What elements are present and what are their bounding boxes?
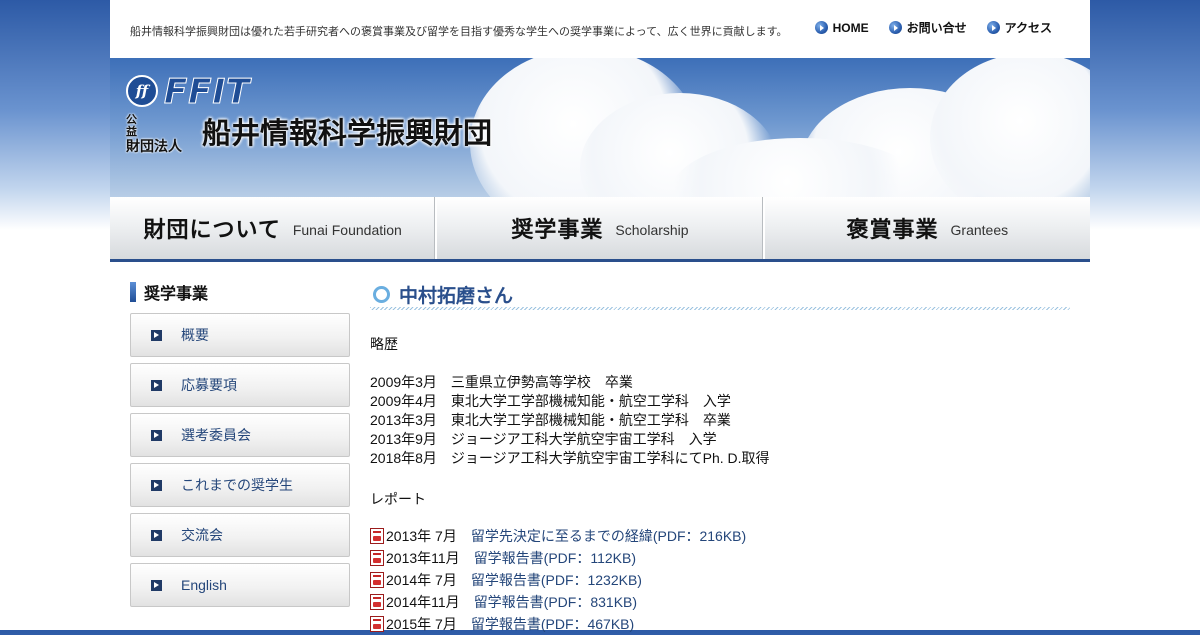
arrow-right-icon [151,429,162,441]
pdf-icon [370,572,384,588]
profile-content: 略歴 2009年3月 三重県立伊勢高等学校 卒業 2009年4月 東北大学工学部… [370,335,1070,635]
top-bar: 船井情報科学振興財団は優れた若手研究者への褒賞事業及び留学を目指す優秀な学生への… [110,0,1090,58]
history-item: 2013年3月 東北大学工学部機械知能・航空工学科 卒業 [370,412,731,428]
arrow-right-icon [151,579,162,591]
global-nav: 財団について Funai Foundation 奨学事業 Scholarship… [110,197,1090,262]
report-link[interactable]: 留学先決定に至るまでの経緯(PDF：216KB) [471,527,746,546]
sidebar-item-label: 交流会 [181,527,223,543]
nav-item-label-en: Grantees [950,222,1009,238]
sidebar-title-text: 奨学事業 [144,286,209,303]
report-date: 2013年11月 [386,549,460,566]
sidebar-item-label: 概要 [181,327,209,343]
report-date: 2014年 7月 [386,571,457,588]
sidebar: 奨学事業 概要 応募要項 選考委員会 これまでの奨学生 交流会 English [130,282,350,613]
arrow-right-icon [151,529,162,541]
history-item: 2009年4月 東北大学工学部機械知能・航空工学科 入学 [370,393,731,409]
header-banner: ff FFIT 公 益 財団法人 船井情報科学振興財団 [110,58,1090,197]
sidebar-item-overview[interactable]: 概要 [130,313,350,357]
history-heading: 略歴 [370,336,398,352]
nav-item-label-jp: 財団について [143,217,281,242]
home-link[interactable]: HOME [814,19,869,36]
report-link[interactable]: 留学報告書(PDF：112KB) [474,549,636,568]
nav-item-label-jp: 奨学事業 [511,217,604,242]
report-date: 2013年 7月 [386,527,457,544]
pdf-icon [370,528,384,544]
report-link[interactable]: 留学報告書(PDF：467KB) [471,615,634,634]
pdf-icon [370,550,384,566]
sidebar-item-label: 応募要項 [181,377,237,393]
org-kind-bottom: 財団法人 [126,138,182,154]
access-link-label: アクセス [1004,21,1052,35]
report-item: 2013年 7月 留学先決定に至るまでの経緯(PDF：216KB) [370,525,1070,547]
contact-link[interactable]: お問い合せ [888,19,967,36]
utility-links: HOME お問い合せ アクセス [814,19,1052,36]
report-date: 2015年 7月 [386,615,457,632]
cloud-image [930,58,1090,197]
org-name: 船井情報科学振興財団 [202,118,493,150]
report-item: 2015年 7月 留学報告書(PDF：467KB) [370,613,1070,635]
nav-item-label-en: Scholarship [615,222,689,238]
report-item: 2014年11月 留学報告書(PDF：831KB) [370,591,1070,613]
report-list: 2013年 7月 留学先決定に至るまでの経緯(PDF：216KB) 2013年1… [370,525,1070,635]
sidebar-item-english[interactable]: English [130,563,350,607]
sidebar-item-label: 選考委員会 [181,427,251,443]
page-container: 船井情報科学振興財団は優れた若手研究者への褒賞事業及び留学を目指す優秀な学生への… [110,0,1090,632]
nav-item-grantees[interactable]: 褒賞事業 Grantees [764,197,1090,259]
sidebar-item-exchange[interactable]: 交流会 [130,513,350,557]
logo-text: FFIT [163,72,251,113]
history-list: 2009年3月 三重県立伊勢高等学校 卒業 2009年4月 東北大学工学部機械知… [370,373,1070,468]
circle-arrow-icon [986,21,1000,34]
circle-icon [373,285,390,303]
circle-arrow-icon [888,21,902,34]
sidebar-item-label: English [181,577,227,593]
report-heading: レポート [370,491,426,507]
sidebar-item-past-scholars[interactable]: これまでの奨学生 [130,463,350,507]
arrow-right-icon [151,379,162,391]
access-link[interactable]: アクセス [986,19,1052,36]
history-item: 2018年8月 ジョージア工科大学航空宇宙工学科にてPh. D.取得 [370,450,770,466]
pdf-icon [370,594,384,610]
main-content: 中村拓磨さん 略歴 2009年3月 三重県立伊勢高等学校 卒業 2009年4月 … [370,282,1070,635]
site-tagline: 船井情報科学振興財団は優れた若手研究者への褒賞事業及び留学を目指す優秀な学生への… [130,26,788,38]
nav-item-label-en: Funai Foundation [292,222,402,238]
circle-arrow-icon [814,21,828,34]
sidebar-title: 奨学事業 [130,282,350,303]
history-item: 2013年9月 ジョージア工科大学航空宇宙工学科 入学 [370,431,717,447]
sidebar-item-committee[interactable]: 選考委員会 [130,413,350,457]
arrow-right-icon [151,479,162,491]
nav-item-scholarship[interactable]: 奨学事業 Scholarship [437,197,765,259]
sidebar-item-application[interactable]: 応募要項 [130,363,350,407]
nav-item-foundation[interactable]: 財団について Funai Foundation [110,197,438,259]
report-link[interactable]: 留学報告書(PDF：831KB) [474,593,637,612]
org-kind-top: 公 益 [126,114,179,138]
sidebar-item-label: これまでの奨学生 [181,477,293,493]
title-bar-marker [130,282,136,302]
nav-item-label-jp: 褒賞事業 [846,217,939,242]
report-item: 2014年 7月 留学報告書(PDF：1232KB) [370,569,1070,591]
org-kind: 公 益 財団法人 [126,114,204,154]
history-item: 2009年3月 三重県立伊勢高等学校 卒業 [370,374,633,390]
page-title-text: 中村拓磨さん [399,285,514,307]
logo-mark: ff [126,75,158,107]
contact-link-label: お問い合せ [906,21,967,35]
report-link[interactable]: 留学報告書(PDF：1232KB) [471,571,642,590]
report-date: 2014年11月 [386,593,460,610]
page-title: 中村拓磨さん [370,282,1070,313]
report-item: 2013年11月 留学報告書(PDF：112KB) [370,547,1070,569]
home-link-label: HOME [832,20,869,35]
arrow-right-icon [151,329,162,341]
